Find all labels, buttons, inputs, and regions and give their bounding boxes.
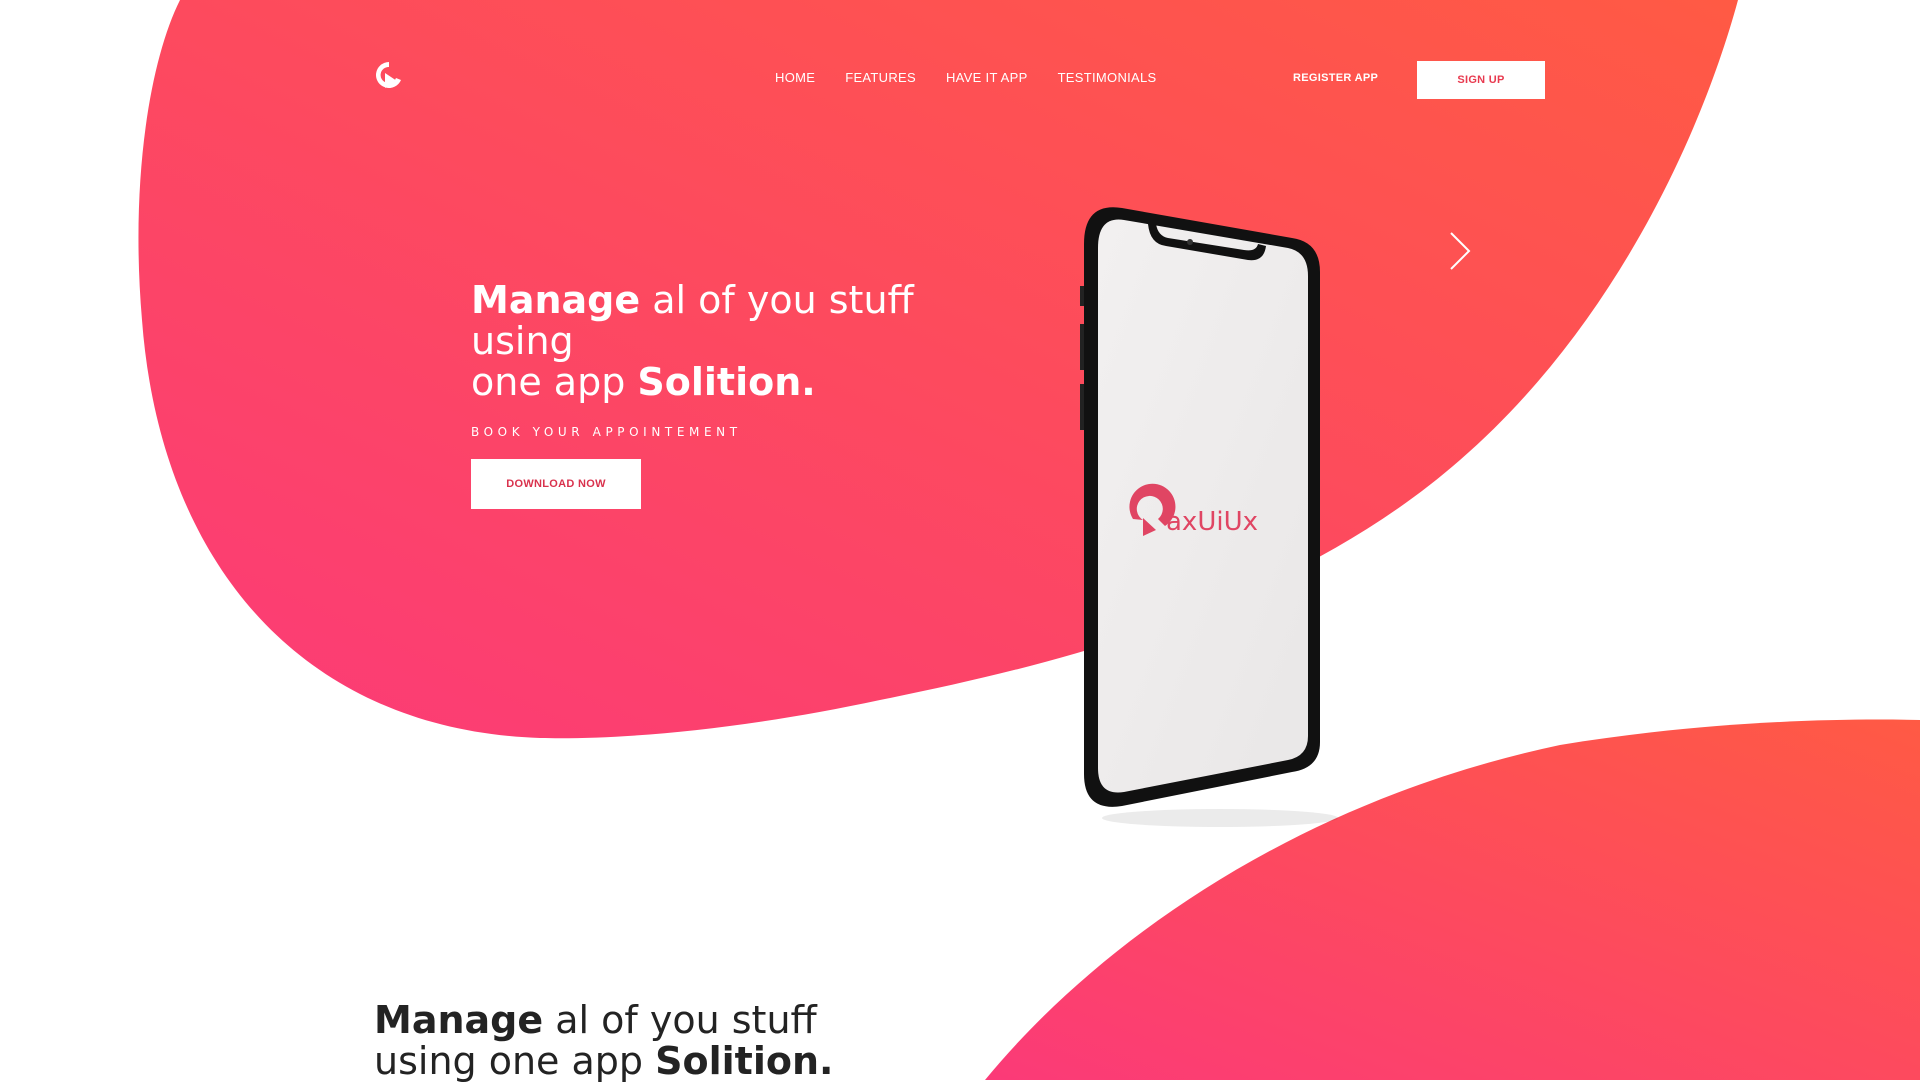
nav-item-home[interactable]: HOME — [775, 70, 815, 85]
features-intro: Manage al of you stuff using one app Sol… — [374, 1000, 894, 1082]
hero-title-bold-1: Manage — [471, 278, 641, 322]
section2-title-bold-1: Manage — [374, 998, 544, 1042]
section2-title-part-1: al of you stuff — [543, 998, 817, 1042]
hero-content: Manage al of you stuff using one app Sol… — [471, 280, 991, 440]
nav-item-testimonials[interactable]: TESTIMONIALS — [1058, 70, 1157, 85]
app-logo-text: axUiUx — [1166, 507, 1258, 537]
hero-subtitle: BOOK YOUR APPOINTEMENT — [471, 425, 742, 439]
section2-title-bold-2: Solition. — [655, 1039, 834, 1083]
main-nav: HOME FEATURES HAVE IT APP TESTIMONIALS — [775, 70, 1157, 85]
section2-title: Manage al of you stuff using one app Sol… — [374, 1000, 894, 1082]
logo-icon[interactable] — [373, 59, 405, 91]
sign-up-button[interactable]: SIGN UP — [1417, 61, 1545, 99]
chevron-right-icon[interactable] — [1445, 230, 1475, 272]
download-now-button[interactable]: DOWNLOAD NOW — [471, 459, 641, 509]
phone-mockup: axUiUx — [1080, 207, 1338, 827]
section2-title-part-2: using one app — [374, 1039, 656, 1083]
hero-title: Manage al of you stuff using one app Sol… — [471, 280, 991, 403]
hero-title-part-2: one app — [471, 360, 638, 404]
hero-title-bold-2: Solition. — [637, 360, 816, 404]
hero-background — [138, 0, 1920, 1080]
register-app-link[interactable]: REGISTER APP — [1293, 72, 1378, 84]
nav-item-features[interactable]: FEATURES — [845, 70, 916, 85]
header: HOME FEATURES HAVE IT APP TESTIMONIALS R… — [0, 0, 1920, 160]
nav-item-have-it-app[interactable]: HAVE IT APP — [946, 70, 1028, 85]
